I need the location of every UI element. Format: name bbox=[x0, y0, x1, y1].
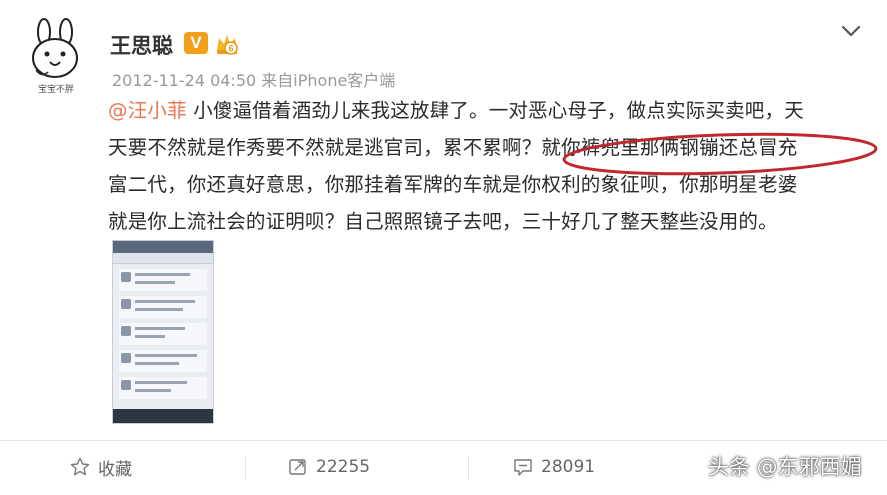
weibo-post: 宝宝不胖 王思聪 V 6 2012-11-24 04:50 来自iPhone客户… bbox=[0, 0, 887, 494]
highlight-oval bbox=[562, 132, 878, 176]
thumb-row bbox=[119, 323, 207, 345]
favorite-button[interactable]: 收藏 bbox=[70, 455, 132, 480]
source-prefix: 来自 bbox=[261, 71, 294, 90]
thumb-row bbox=[119, 269, 207, 291]
source[interactable]: iPhone客户端 bbox=[293, 71, 395, 90]
rabbit-avatar-icon bbox=[32, 18, 78, 78]
divider bbox=[245, 457, 246, 479]
thumb-row bbox=[119, 350, 207, 372]
post-meta: 2012-11-24 04:50 来自iPhone客户端 bbox=[112, 67, 395, 91]
star-icon bbox=[70, 457, 90, 476]
repost-button[interactable]: 22255 bbox=[288, 455, 370, 479]
member-icon[interactable]: 6 bbox=[214, 32, 240, 56]
comment-icon bbox=[514, 459, 532, 476]
repost-icon bbox=[289, 459, 306, 475]
thumb-status-bar bbox=[113, 241, 213, 253]
avatar[interactable]: 宝宝不胖 bbox=[22, 18, 90, 98]
username[interactable]: 王思聪 bbox=[110, 30, 173, 60]
timestamp[interactable]: 2012-11-24 04:50 bbox=[112, 71, 256, 90]
verified-v-icon: V bbox=[184, 32, 208, 54]
favorite-label: 收藏 bbox=[98, 459, 132, 480]
avatar-caption: 宝宝不胖 bbox=[37, 85, 74, 95]
svg-text:6: 6 bbox=[228, 44, 233, 54]
thumb-tab-bar bbox=[113, 409, 213, 423]
comment-count: 28091 bbox=[541, 457, 596, 477]
thumb-row bbox=[119, 377, 207, 399]
thumb-row bbox=[119, 296, 207, 318]
chevron-down-icon[interactable] bbox=[840, 22, 862, 40]
divider bbox=[468, 457, 469, 479]
watermark: 头条 @东邪西媚 bbox=[708, 455, 862, 479]
repost-count: 22255 bbox=[316, 457, 371, 477]
comment-button[interactable]: 28091 bbox=[513, 455, 595, 479]
thumb-nav-bar bbox=[113, 253, 213, 264]
mention-link[interactable]: @汪小菲 bbox=[108, 99, 187, 122]
text-line-1: @汪小菲 小傻逼借着酒劲儿来我这放肆了。一对恶心母子，做点实际买卖吧，天 bbox=[108, 99, 804, 122]
text-line-4: 就是你上流社会的证明呗？自己照照镜子去吧，三十好几了整天整些没用的。 bbox=[108, 210, 778, 233]
attached-image[interactable] bbox=[112, 240, 214, 424]
